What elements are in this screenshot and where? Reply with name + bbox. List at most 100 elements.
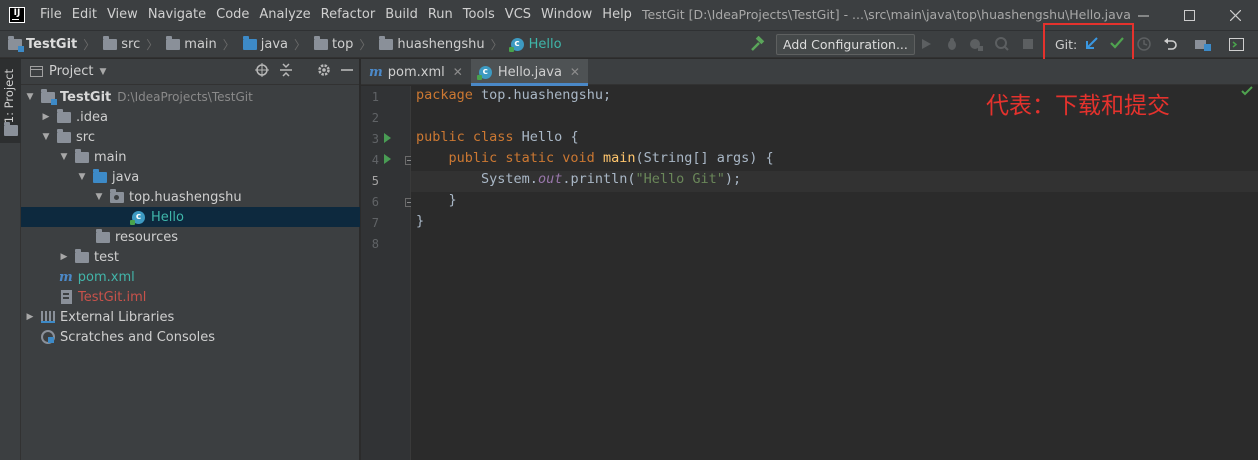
tree-item-hello[interactable]: c Hello xyxy=(21,207,360,227)
debug-button[interactable] xyxy=(942,30,962,58)
add-configuration-button[interactable]: Add Configuration... xyxy=(776,34,915,55)
git-commit-button[interactable] xyxy=(1110,35,1125,53)
project-structure-button[interactable] xyxy=(1192,30,1214,58)
collapsed-arrow-icon[interactable]: ▶ xyxy=(59,252,69,262)
project-panel-title[interactable]: Project xyxy=(49,64,93,79)
run-gutter-icon[interactable] xyxy=(384,154,391,164)
menu-view[interactable]: View xyxy=(102,0,143,30)
code-token: out xyxy=(537,171,563,187)
code-token: } xyxy=(416,213,425,229)
minimize-icon xyxy=(1137,15,1149,16)
tree-item-iml[interactable]: TestGit.iml xyxy=(21,287,360,307)
profile-button[interactable] xyxy=(992,30,1012,58)
expanded-arrow-icon[interactable]: ▼ xyxy=(59,152,69,162)
vcs-history-button[interactable] xyxy=(1134,30,1154,58)
menu-edit[interactable]: Edit xyxy=(67,0,102,30)
menu-tools[interactable]: Tools xyxy=(458,0,500,30)
code-token: public static void xyxy=(448,150,595,166)
tree-item-idea[interactable]: ▶ .idea xyxy=(21,107,360,127)
breadcrumb-label: java xyxy=(260,36,289,52)
folder-icon xyxy=(75,248,89,263)
breadcrumb-testgit[interactable]: TestGit 〉 xyxy=(0,31,95,57)
settings-button[interactable] xyxy=(317,63,331,81)
expanded-arrow-icon[interactable]: ▼ xyxy=(77,172,87,182)
chevron-right-icon: 〉 xyxy=(83,37,96,52)
rollback-button[interactable] xyxy=(1160,30,1180,58)
build-button[interactable] xyxy=(746,30,768,58)
git-update-button[interactable] xyxy=(1085,35,1098,54)
menu-analyze[interactable]: Analyze xyxy=(254,0,315,30)
tree-item-external-libraries[interactable]: ▶ External Libraries xyxy=(21,307,360,327)
clock-icon xyxy=(1137,37,1151,51)
tab-hello-java[interactable]: c Hello.java ✕ xyxy=(470,59,589,86)
menu-navigate[interactable]: Navigate xyxy=(143,0,211,30)
project-tab-label: 1: Project xyxy=(2,69,16,124)
coverage-button[interactable] xyxy=(966,30,986,58)
git-label: Git: xyxy=(1055,36,1078,52)
java-class-icon: c xyxy=(508,37,524,52)
code-token: top.huashengshu; xyxy=(472,87,612,103)
run-button[interactable] xyxy=(916,30,936,58)
breadcrumb-main[interactable]: main 〉 xyxy=(158,31,235,57)
editor-tab-bar: m pom.xml ✕ c Hello.java ✕ xyxy=(361,59,1258,86)
menu-window[interactable]: Window xyxy=(536,0,597,30)
breadcrumb-top[interactable]: top 〉 xyxy=(306,31,371,57)
project-structure-icon xyxy=(1195,40,1211,51)
maximize-icon xyxy=(1183,9,1195,21)
line-number: 6 xyxy=(371,195,379,209)
close-tab-icon[interactable]: ✕ xyxy=(570,65,580,79)
window-controls xyxy=(1120,0,1258,30)
tree-item-package[interactable]: ▼ top.huashengshu xyxy=(21,187,360,207)
profiler-icon xyxy=(995,37,1009,51)
tree-item-resources[interactable]: resources xyxy=(21,227,360,247)
collapsed-arrow-icon[interactable]: ▶ xyxy=(41,112,51,122)
collapse-all-button[interactable] xyxy=(279,63,293,81)
code-token: main xyxy=(602,150,636,166)
tree-item-src[interactable]: ▼ src xyxy=(21,127,360,147)
tree-item-java[interactable]: ▼ java xyxy=(21,167,360,187)
maximize-button[interactable] xyxy=(1166,0,1212,30)
code-line-5: System.out.println("Hello Git"); xyxy=(416,171,741,192)
menu-refactor[interactable]: Refactor xyxy=(316,0,381,30)
chevron-down-icon[interactable]: ▼ xyxy=(99,67,106,77)
java-class-icon: c xyxy=(476,65,492,80)
close-tab-icon[interactable]: ✕ xyxy=(453,65,463,79)
line-number: 3 xyxy=(371,132,379,146)
breadcrumb-label: main xyxy=(184,36,217,52)
close-button[interactable] xyxy=(1212,0,1258,30)
expanded-arrow-icon[interactable]: ▼ xyxy=(94,192,104,202)
tree-item-scratches[interactable]: Scratches and Consoles xyxy=(21,327,360,347)
folder-icon xyxy=(4,122,18,136)
breadcrumb-label: huashengshu xyxy=(397,36,485,52)
expanded-arrow-icon[interactable]: ▼ xyxy=(41,132,51,142)
menu-file[interactable]: File xyxy=(35,0,67,30)
tree-item-testgit[interactable]: ▼ TestGit D:\IdeaProjects\TestGit xyxy=(21,87,360,107)
menu-code[interactable]: Code xyxy=(211,0,254,30)
breadcrumb-src[interactable]: src 〉 xyxy=(95,31,158,57)
menu-vcs[interactable]: VCS xyxy=(500,0,536,30)
breadcrumb-huashengshu[interactable]: huashengshu 〉 xyxy=(371,31,503,57)
stop-button[interactable] xyxy=(1018,30,1038,58)
code-token: System. xyxy=(481,171,538,187)
tree-item-main[interactable]: ▼ main xyxy=(21,147,360,167)
locate-file-button[interactable] xyxy=(255,63,269,81)
menu-help[interactable]: Help xyxy=(597,0,637,30)
tab-pom-xml[interactable]: m pom.xml ✕ xyxy=(361,59,471,85)
code-editor[interactable]: package top.huashengshu; public class He… xyxy=(411,86,1258,460)
tree-item-label: top.huashengshu xyxy=(129,189,242,205)
line-number: 5 xyxy=(371,174,379,188)
hide-panel-button[interactable] xyxy=(341,64,353,80)
tree-item-pom[interactable]: m pom.xml xyxy=(21,267,360,287)
menu-run[interactable]: Run xyxy=(423,0,458,30)
expanded-arrow-icon[interactable]: ▼ xyxy=(25,92,35,102)
project-tool-window-tab[interactable]: 1: Project xyxy=(0,59,21,143)
tree-item-test[interactable]: ▶ test xyxy=(21,247,360,267)
collapsed-arrow-icon[interactable]: ▶ xyxy=(25,312,35,322)
run-gutter-icon[interactable] xyxy=(384,133,391,143)
menu-build[interactable]: Build xyxy=(380,0,423,30)
breadcrumb-hello[interactable]: c Hello xyxy=(503,31,562,57)
breadcrumb-java[interactable]: java 〉 xyxy=(235,31,306,57)
breadcrumb-label: top xyxy=(332,36,354,52)
project-view-icon xyxy=(30,66,43,77)
terminal-button[interactable] xyxy=(1226,30,1246,58)
